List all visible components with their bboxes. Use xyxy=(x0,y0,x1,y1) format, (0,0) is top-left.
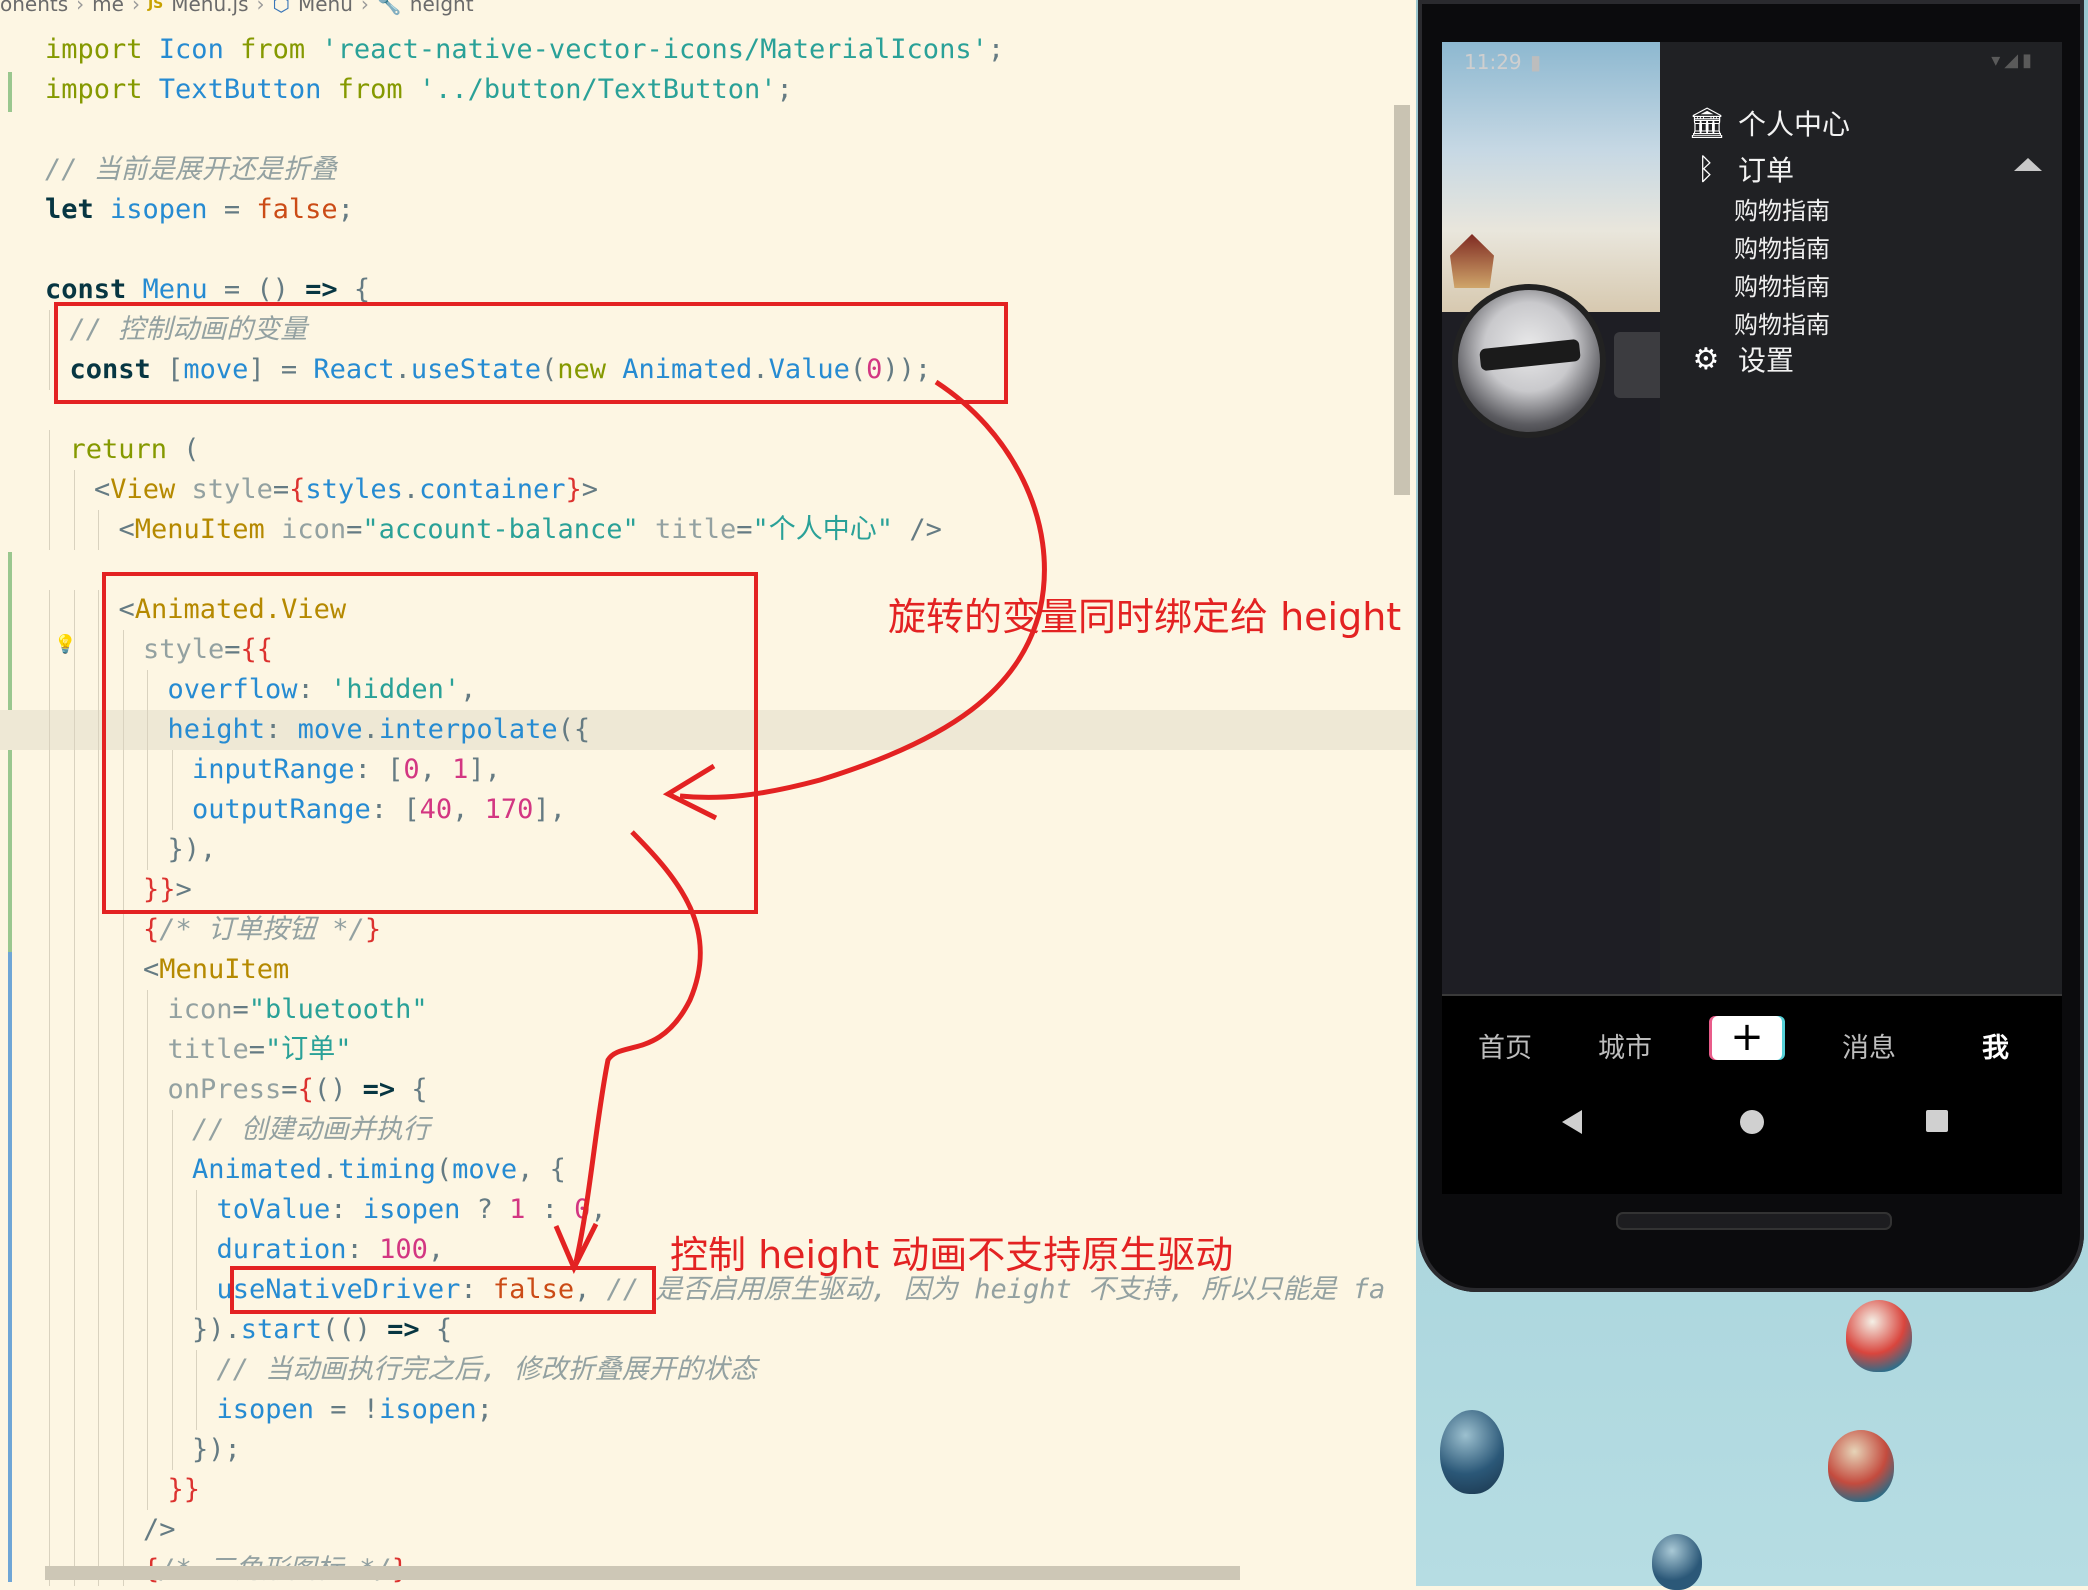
sd-card-icon: ▮ xyxy=(1530,50,1542,74)
speaker-grille xyxy=(1616,1212,1892,1230)
add-button[interactable]: + xyxy=(1712,1016,1782,1060)
avatar[interactable] xyxy=(1452,284,1606,438)
arrow-head xyxy=(662,763,718,821)
back-icon[interactable] xyxy=(1562,1110,1582,1134)
balloon-image xyxy=(1846,1300,1912,1372)
android-nav-bar xyxy=(1442,1094,2062,1154)
account-balance-icon: 🏛 xyxy=(1688,105,1727,141)
profile-name-chip xyxy=(1614,332,1660,398)
bluetooth-icon: ᛒ xyxy=(1697,151,1715,187)
phone-screen[interactable]: 11:29 ▮ ▾◢▮ 🏛 个人中心 ᛒ 订单 购物指南 购物指南 购物指南 购… xyxy=(1442,42,2062,1194)
menu-item-orders[interactable]: ᛒ 订单 xyxy=(1660,142,2062,196)
home-icon[interactable] xyxy=(1740,1110,1764,1134)
menu-item-settings[interactable]: ⚙ 设置 xyxy=(1660,332,2062,386)
balloon-image xyxy=(1440,1410,1504,1494)
drawer-menu: 🏛 个人中心 ᛒ 订单 购物指南 购物指南 购物指南 购物指南 ⚙ 设置 xyxy=(1660,42,2062,994)
bottom-tab-bar: 首页 城市 + 消息 我 xyxy=(1442,994,2062,1096)
status-bar: 11:29 ▮ ▾◢▮ xyxy=(1442,42,2062,82)
tab-messages[interactable]: 消息 xyxy=(1842,1026,1896,1065)
menu-item-label: 个人中心 xyxy=(1738,108,1851,141)
profile-pane xyxy=(1442,42,1660,994)
note-native-driver: 控制 height 动画不支持原生驱动 xyxy=(670,1233,1234,1277)
status-time: 11:29 xyxy=(1464,50,1522,74)
note-height-binding: 旋转的变量同时绑定给 height xyxy=(888,595,1402,639)
menu-item-label: 订单 xyxy=(1738,154,1795,187)
arrow-head xyxy=(553,1222,599,1274)
menu-item-label: 设置 xyxy=(1738,344,1795,377)
balloon-image xyxy=(1652,1534,1702,1590)
pavilion-image xyxy=(1450,234,1494,288)
tab-city[interactable]: 城市 xyxy=(1598,1026,1652,1065)
annotation-arrows xyxy=(553,379,1047,1274)
tab-me[interactable]: 我 xyxy=(1982,1026,2009,1065)
triangle-up-icon[interactable] xyxy=(2014,158,2042,171)
arrow-curve xyxy=(573,830,703,1263)
tab-home[interactable]: 首页 xyxy=(1478,1026,1532,1065)
recent-apps-icon[interactable] xyxy=(1926,1110,1948,1132)
balloon-image xyxy=(1828,1430,1894,1502)
profile-banner-image xyxy=(1442,42,1660,312)
android-emulator: 11:29 ▮ ▾◢▮ 🏛 个人中心 ᛒ 订单 购物指南 购物指南 购物指南 购… xyxy=(1418,0,2084,1292)
avatar-detail xyxy=(1479,338,1581,372)
signal-battery-icon: ▾◢▮ xyxy=(1991,50,2036,71)
settings-icon: ⚙ xyxy=(1692,341,1720,377)
